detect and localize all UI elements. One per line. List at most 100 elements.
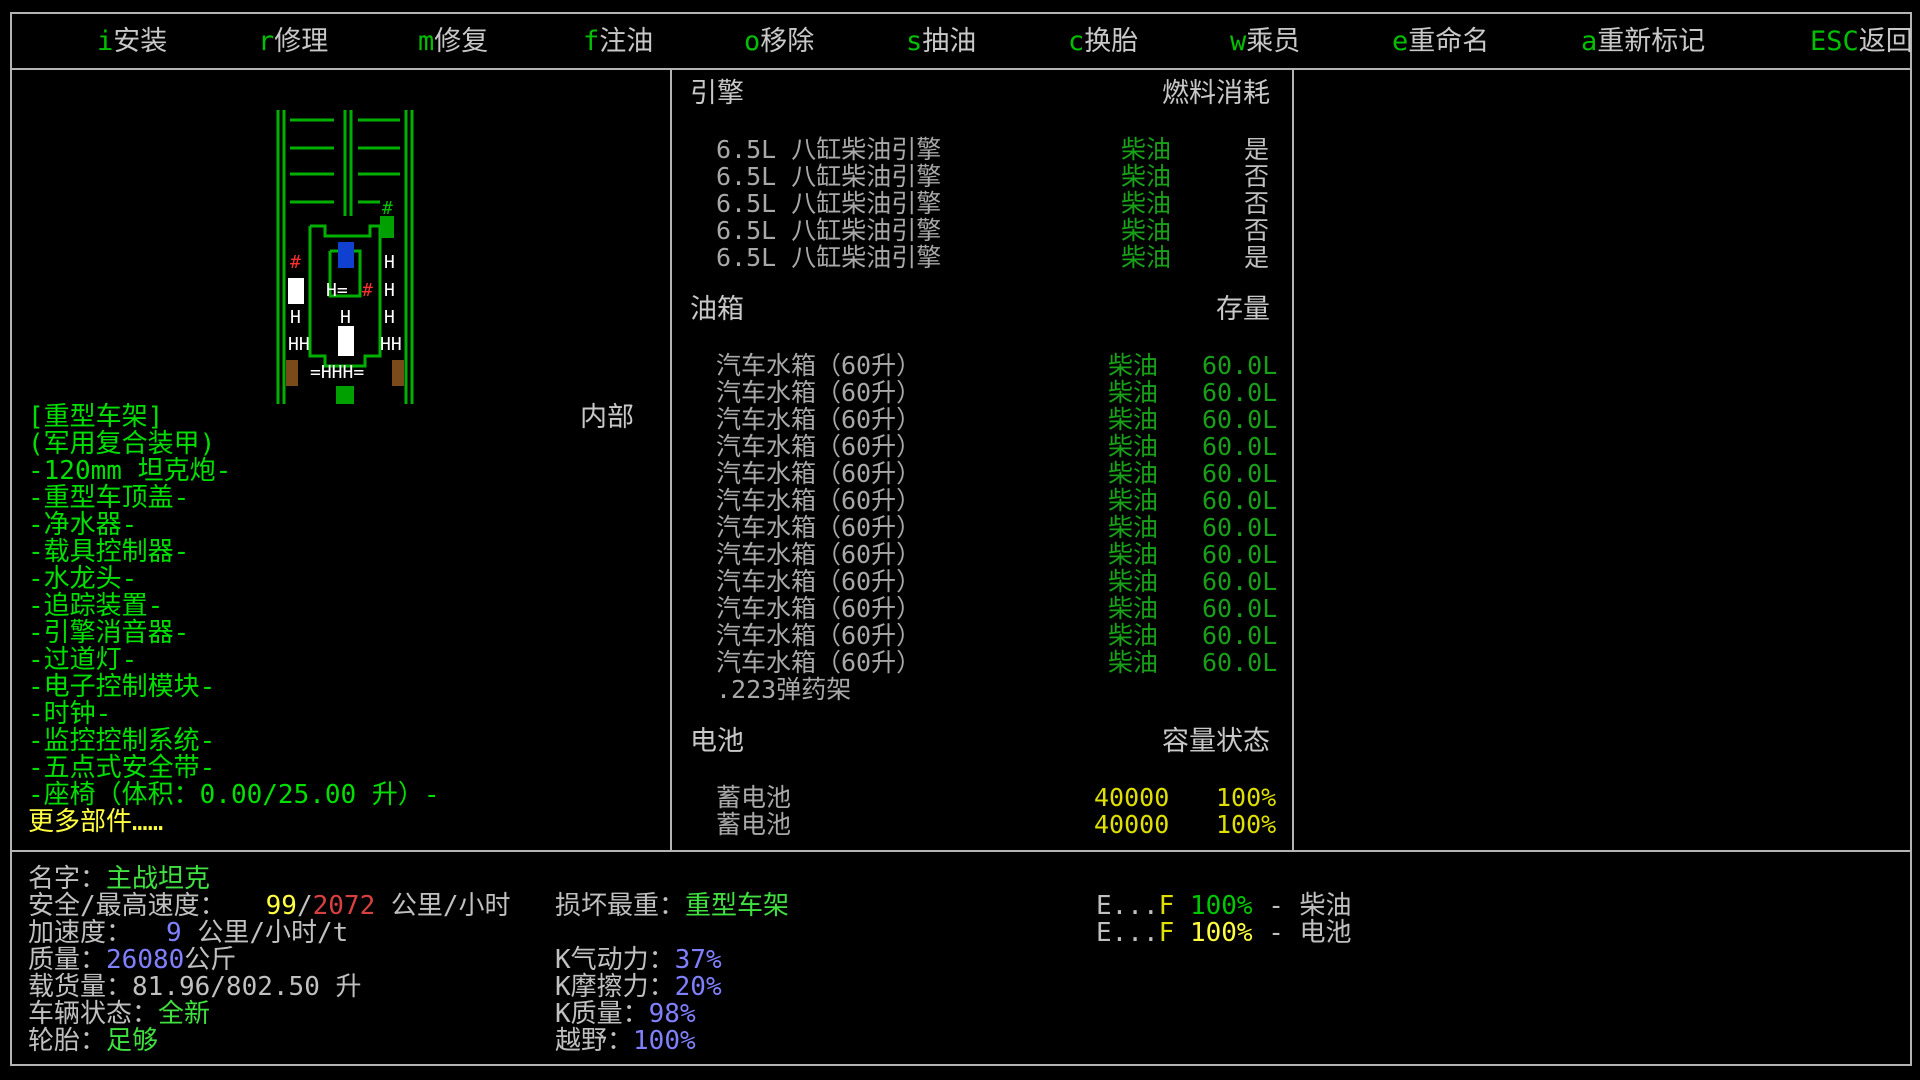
list-item[interactable]: 汽车水箱（60升） 柴油 60.0L — [716, 406, 1277, 433]
part-item[interactable]: -120mm 坦克炮- — [28, 458, 440, 485]
stat-status: 车辆状态：全新 — [28, 1001, 210, 1028]
menu-change-tire[interactable]: c换胎 — [1068, 26, 1138, 58]
menu-refill[interactable]: f注油 — [583, 26, 653, 58]
part-item[interactable]: -五点式安全带- — [28, 755, 440, 782]
tank-fuel: 柴油 — [1108, 594, 1159, 623]
menu-key: c — [1068, 26, 1085, 57]
tank-name: 汽车水箱（60升） — [716, 513, 922, 542]
engine-name: 6.5L 八缸柴油引擎 — [716, 243, 942, 272]
svg-text:H: H — [340, 307, 351, 328]
list-item[interactable]: 6.5L 八缸柴油引擎 柴油 否 — [716, 163, 1276, 190]
menu-key: f — [583, 26, 600, 57]
battery-percent: 100% — [1216, 810, 1277, 839]
tank-fuel: 柴油 — [1108, 540, 1159, 569]
list-item[interactable]: 蓄电池 40000 100% — [716, 811, 1276, 838]
part-item[interactable]: -引擎消音器- — [28, 620, 440, 647]
menu-key: r — [258, 26, 275, 57]
menu-repair[interactable]: r修理 — [258, 26, 328, 58]
list-item[interactable]: 汽车水箱（60升） 柴油 60.0L — [716, 351, 1278, 380]
list-item[interactable]: .223弹药架 — [716, 676, 1276, 703]
menu-label: 重新标记 — [1597, 26, 1706, 57]
list-item[interactable]: 汽车水箱（60升） 柴油 60.0L — [716, 540, 1277, 569]
menu-remove[interactable]: o移除 — [744, 26, 814, 58]
part-item[interactable]: -水龙头- — [28, 566, 440, 593]
menu-label: 修理 — [274, 26, 329, 57]
part-item[interactable]: -追踪装置- — [28, 593, 440, 620]
safe-speed: 99 — [265, 891, 297, 921]
tank-fuel: 柴油 — [1108, 432, 1159, 461]
list-item[interactable]: 汽车水箱（60升） 柴油 60.0L — [716, 460, 1277, 487]
stat-aero: K气动力：37% — [555, 947, 722, 974]
part-item[interactable]: -过道灯- — [28, 647, 440, 674]
fuel-gauge-diesel: E...F 100% - 柴油 — [1096, 893, 1352, 920]
part-item[interactable]: -座椅（体积：0.00/25.00 升）- — [28, 782, 440, 809]
stat-label: 安全/最高速度： — [28, 891, 226, 921]
list-item[interactable]: 6.5L 八缸柴油引擎 柴油 是 — [716, 136, 1276, 163]
part-item[interactable]: -监控控制系统- — [28, 728, 440, 755]
tank-amount: 60.0L — [1202, 621, 1278, 650]
part-item[interactable]: -电子控制模块- — [28, 674, 440, 701]
menu-label: 注油 — [599, 26, 654, 57]
engine-name: 6.5L 八缸柴油引擎 — [716, 135, 942, 164]
part-item[interactable]: -载具控制器- — [28, 539, 440, 566]
menu-key: o — [744, 26, 761, 57]
engine-list: 6.5L 八缸柴油引擎 柴油是 6.5L 八缸柴油引擎 柴油否 6.5L 八缸柴油引… — [716, 136, 1276, 271]
menu-back[interactable]: ESC返回 — [1810, 26, 1913, 58]
menu-relabel[interactable]: a重新标记 — [1581, 26, 1705, 58]
tank-name: 汽车水箱（60升） — [716, 594, 922, 623]
list-item[interactable]: 汽车水箱（60升） 柴油 60.0L — [716, 432, 1277, 461]
svg-text:H: H — [290, 307, 301, 328]
list-item[interactable]: 6.5L 八缸柴油引擎 柴油 否 — [716, 190, 1276, 217]
list-item[interactable]: 汽车水箱（60升） 柴油 60.0L — [716, 513, 1277, 542]
menu-install[interactable]: i安装 — [97, 26, 167, 58]
tank-fuel: 柴油 — [1108, 351, 1159, 380]
gauge-name: 电池 — [1299, 918, 1352, 948]
tank-name: 汽车水箱（60升） — [716, 486, 922, 515]
list-item[interactable]: 汽车水箱（60升） 柴油 60.0L — [716, 648, 1278, 677]
stat-cargo: 载货量：81.96/802.50 升 — [28, 974, 362, 1001]
speed-unit: 公里/小时 — [390, 891, 511, 921]
list-item[interactable]: 汽车水箱（60升） 柴油 60.0L — [716, 486, 1277, 515]
list-item[interactable]: 汽车水箱（60升） 柴油 60.0L — [716, 567, 1278, 596]
tank-amount: 60.0L — [1202, 567, 1278, 596]
list-item[interactable]: 6.5L 八缸柴油引擎 柴油 否 — [716, 217, 1276, 244]
list-item[interactable]: 汽车水箱（60升） 柴油 60.0L — [716, 621, 1278, 650]
menu-rename[interactable]: e重命名 — [1392, 26, 1489, 58]
tank-list: 汽车水箱（60升） 柴油 60.0L 汽车水箱（60升） 柴油 60.0L 汽车水箱（6… — [716, 351, 1278, 703]
part-item[interactable]: -净水器- — [28, 512, 440, 539]
stat-label: K摩擦力： — [555, 972, 675, 1002]
vehicle-map[interactable]: # # # H H= H H H H HH HH =HHH= — [270, 106, 420, 406]
engine-active: 否 — [1244, 216, 1270, 245]
more-parts-link[interactable]: 更多部件…… — [28, 809, 440, 836]
gauge-full: F — [1158, 918, 1175, 948]
battery-capacity: 40000 — [1094, 810, 1170, 839]
menu-key: m — [418, 26, 435, 57]
menu-mend[interactable]: m修复 — [418, 26, 488, 58]
list-item[interactable]: 汽车水箱（60升） 柴油 60.0L — [716, 379, 1277, 406]
battery-list: 蓄电池 40000 100% 蓄电池 40000 100% — [716, 784, 1276, 838]
kmass-value: 98% — [648, 999, 696, 1029]
svg-text:H=: H= — [326, 280, 348, 301]
menu-siphon[interactable]: s抽油 — [906, 26, 976, 58]
list-item[interactable]: 汽车水箱（60升） 柴油 60.0L — [716, 594, 1277, 623]
battery-capacity: 40000 — [1094, 783, 1170, 812]
list-item[interactable]: 6.5L 八缸柴油引擎 柴油 是 — [716, 244, 1276, 271]
svg-text:#: # — [382, 198, 393, 219]
menu-crew[interactable]: w乘员 — [1230, 26, 1300, 58]
part-item[interactable]: -重型车顶盖- — [28, 485, 440, 512]
accel-unit: 公里/小时/t — [197, 918, 349, 948]
menu-label: 抽油 — [922, 26, 977, 57]
stat-offroad: 越野：100% — [555, 1028, 696, 1055]
stat-tires: 轮胎：足够 — [28, 1028, 158, 1055]
part-item[interactable]: [重型车架] — [28, 404, 440, 431]
part-list[interactable]: [重型车架] (军用复合装甲) -120mm 坦克炮- -重型车顶盖- -净水器… — [28, 404, 440, 836]
list-item[interactable]: 蓄电池 40000 100% — [716, 784, 1276, 811]
location-label: 内部 — [580, 402, 634, 433]
menu-label: 移除 — [760, 26, 815, 57]
engines-col-header: 燃料消耗 — [1162, 78, 1270, 109]
stat-label: 轮胎： — [28, 1026, 107, 1056]
tank-amount: 60.0L — [1202, 648, 1278, 677]
part-item[interactable]: -时钟- — [28, 701, 440, 728]
part-item[interactable]: (军用复合装甲) — [28, 431, 440, 458]
tank-amount: 60.0L — [1202, 351, 1278, 380]
